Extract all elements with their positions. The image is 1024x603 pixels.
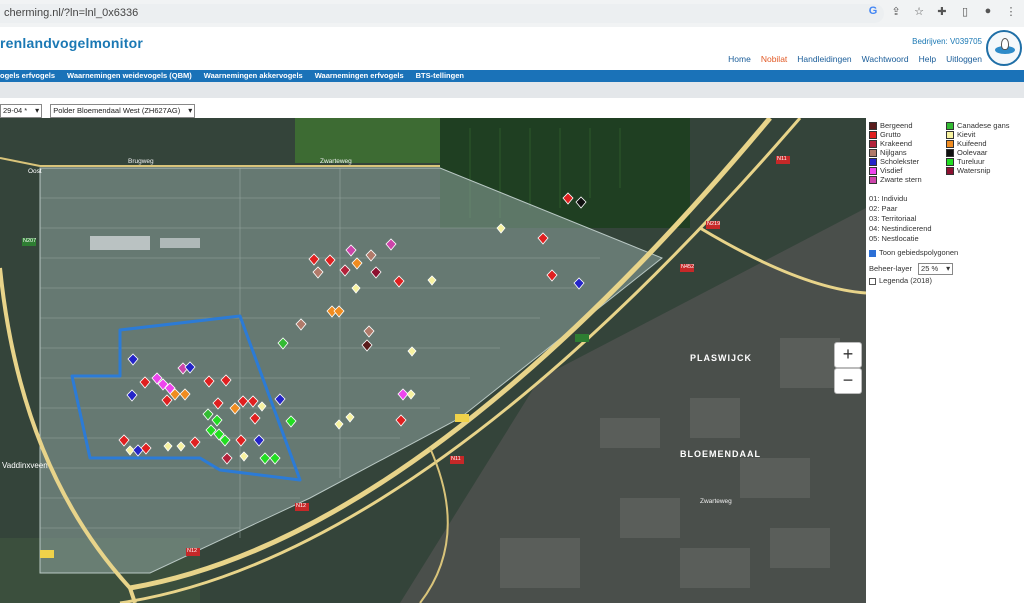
account-label: Bedrijven: V039705	[912, 37, 982, 46]
swatch	[869, 157, 877, 166]
nav-uitloggen[interactable]: Uitloggen	[946, 54, 982, 64]
sub-bar	[0, 82, 1024, 98]
nav-help[interactable]: Help	[919, 54, 936, 64]
code-nestindicerend: 04: Nestindicerend	[869, 224, 932, 233]
app-header: renlandvogelmonitor Bedrijven: V039705 H…	[0, 27, 1024, 70]
nav-handleidingen[interactable]: Handleidingen	[797, 54, 851, 64]
swatch	[869, 175, 877, 184]
swatch	[869, 130, 877, 139]
legend-item: Nijlgans	[869, 148, 907, 157]
legend-item: Visdief	[869, 166, 902, 175]
toon-polygons-checkbox[interactable]	[869, 249, 876, 257]
legend-item: Zwarte stern	[869, 175, 922, 184]
zoom-out-button[interactable]: −	[834, 368, 862, 394]
zoom-in-button[interactable]: +	[834, 342, 862, 368]
google-icon[interactable]: G	[866, 5, 880, 18]
sidepanel-icon[interactable]: ▯	[958, 5, 972, 18]
bird-logo-icon	[986, 30, 1022, 66]
app-title: renlandvogelmonitor	[0, 35, 144, 51]
legenda-checkbox[interactable]	[869, 277, 876, 285]
menu-erfvogels[interactable]: Waarnemingen erfvogels	[315, 70, 404, 82]
swatch	[869, 139, 877, 148]
map-label-brugweg: Brugweg	[128, 158, 154, 165]
browser-toolbar: cherming.nl/?ln=lnl_0x6336 G ⇪ ☆ ✚ ▯ ● ⋮	[0, 0, 1024, 28]
map-view[interactable]: Brugweg Zwarteweg Zwarteweg PLASWIJCK BL…	[0, 118, 866, 603]
swatch	[946, 139, 954, 148]
menu-weidevogels[interactable]: Waarnemingen weidevogels (QBM)	[67, 70, 192, 82]
beheer-layer-row: Beheer-layer 25 %	[869, 263, 954, 275]
swatch	[869, 121, 877, 130]
road-badge-n452: N452	[681, 264, 695, 270]
map-label-zwarteweg-2: Zwarteweg	[700, 498, 732, 505]
menu-akkervogels[interactable]: Waarnemingen akkervogels	[204, 70, 303, 82]
share-icon[interactable]: ⇪	[889, 5, 903, 18]
star-icon[interactable]: ☆	[912, 5, 926, 18]
beheer-layer-select[interactable]: 25 %	[918, 263, 954, 275]
swatch	[946, 121, 954, 130]
swatch	[946, 166, 954, 175]
legend-item: Kuifeend	[946, 139, 987, 148]
code-individu: 01: Individu	[869, 194, 908, 203]
code-paar: 02: Paar	[869, 204, 898, 213]
swatch	[869, 166, 877, 175]
map-label-zwarteweg: Zwarteweg	[320, 158, 352, 165]
road-badge-n207: N207	[23, 238, 37, 244]
legenda-row[interactable]: Legenda (2018)	[869, 276, 932, 285]
menu-icon[interactable]: ⋮	[1004, 5, 1018, 18]
legend-item: Watersnip	[946, 166, 990, 175]
map-label-plaswijck: PLASWIJCK	[690, 353, 753, 363]
legend-panel: Bergeend Grutto Krakeend Nijlgans Schole…	[866, 118, 1024, 603]
legend-item: Oolevaar	[946, 148, 987, 157]
swatch	[946, 157, 954, 166]
code-nestlocatie: 05: Nestlocatie	[869, 234, 919, 243]
road-badge-n11: N11	[777, 156, 787, 162]
area-select[interactable]: Polder Bloemendaal West (ZH627AG)	[50, 104, 196, 118]
swatch	[946, 130, 954, 139]
map-label-oost: Oost	[28, 168, 42, 175]
toon-polygons-row[interactable]: Toon gebiedspolygonen	[869, 248, 958, 257]
address-bar[interactable]: cherming.nl/?ln=lnl_0x6336	[0, 4, 884, 23]
road-badge-n219: N219	[707, 221, 721, 227]
nav-home[interactable]: Home	[728, 54, 751, 64]
road-badge-n12b: N12	[187, 548, 198, 554]
road-badge-n11b: N11	[451, 456, 461, 462]
top-nav: Home Nobilat Handleidingen Wachtwoord He…	[728, 54, 982, 64]
code-territoriaal: 03: Territoriaal	[869, 214, 917, 223]
filter-controls: 29-04 * Polder Bloemendaal West (ZH627AG…	[0, 104, 196, 118]
menu-bts[interactable]: BTS-tellingen	[416, 70, 464, 82]
legend-item: Scholekster	[869, 157, 919, 166]
legend-item: Tureluur	[946, 157, 985, 166]
date-select[interactable]: 29-04 *	[0, 104, 43, 118]
legend-item: Canadese gans	[946, 121, 1010, 130]
swatch	[869, 148, 877, 157]
swatch	[946, 148, 954, 157]
map-label-vaddinxveen: Vaddinxveen	[2, 461, 48, 470]
menu-erfvogels-tab[interactable]: ogels erfvogels	[0, 70, 55, 82]
legend-item: Grutto	[869, 130, 901, 139]
legend-item: Bergeend	[869, 121, 913, 130]
main-menu: ogels erfvogels Waarnemingen weidevogels…	[0, 70, 1024, 82]
extension-icon[interactable]: ✚	[935, 5, 949, 18]
legend-item: Kievit	[946, 130, 975, 139]
legend-item: Krakeend	[869, 139, 912, 148]
map-label-bloemendaal: BLOEMENDAAL	[680, 449, 761, 459]
browser-icons: G ⇪ ☆ ✚ ▯ ● ⋮	[866, 5, 1018, 18]
profile-icon[interactable]: ●	[981, 5, 995, 18]
nav-wachtwoord[interactable]: Wachtwoord	[862, 54, 909, 64]
nav-nobilat[interactable]: Nobilat	[761, 54, 787, 64]
road-badge-n12: N12	[296, 503, 307, 509]
